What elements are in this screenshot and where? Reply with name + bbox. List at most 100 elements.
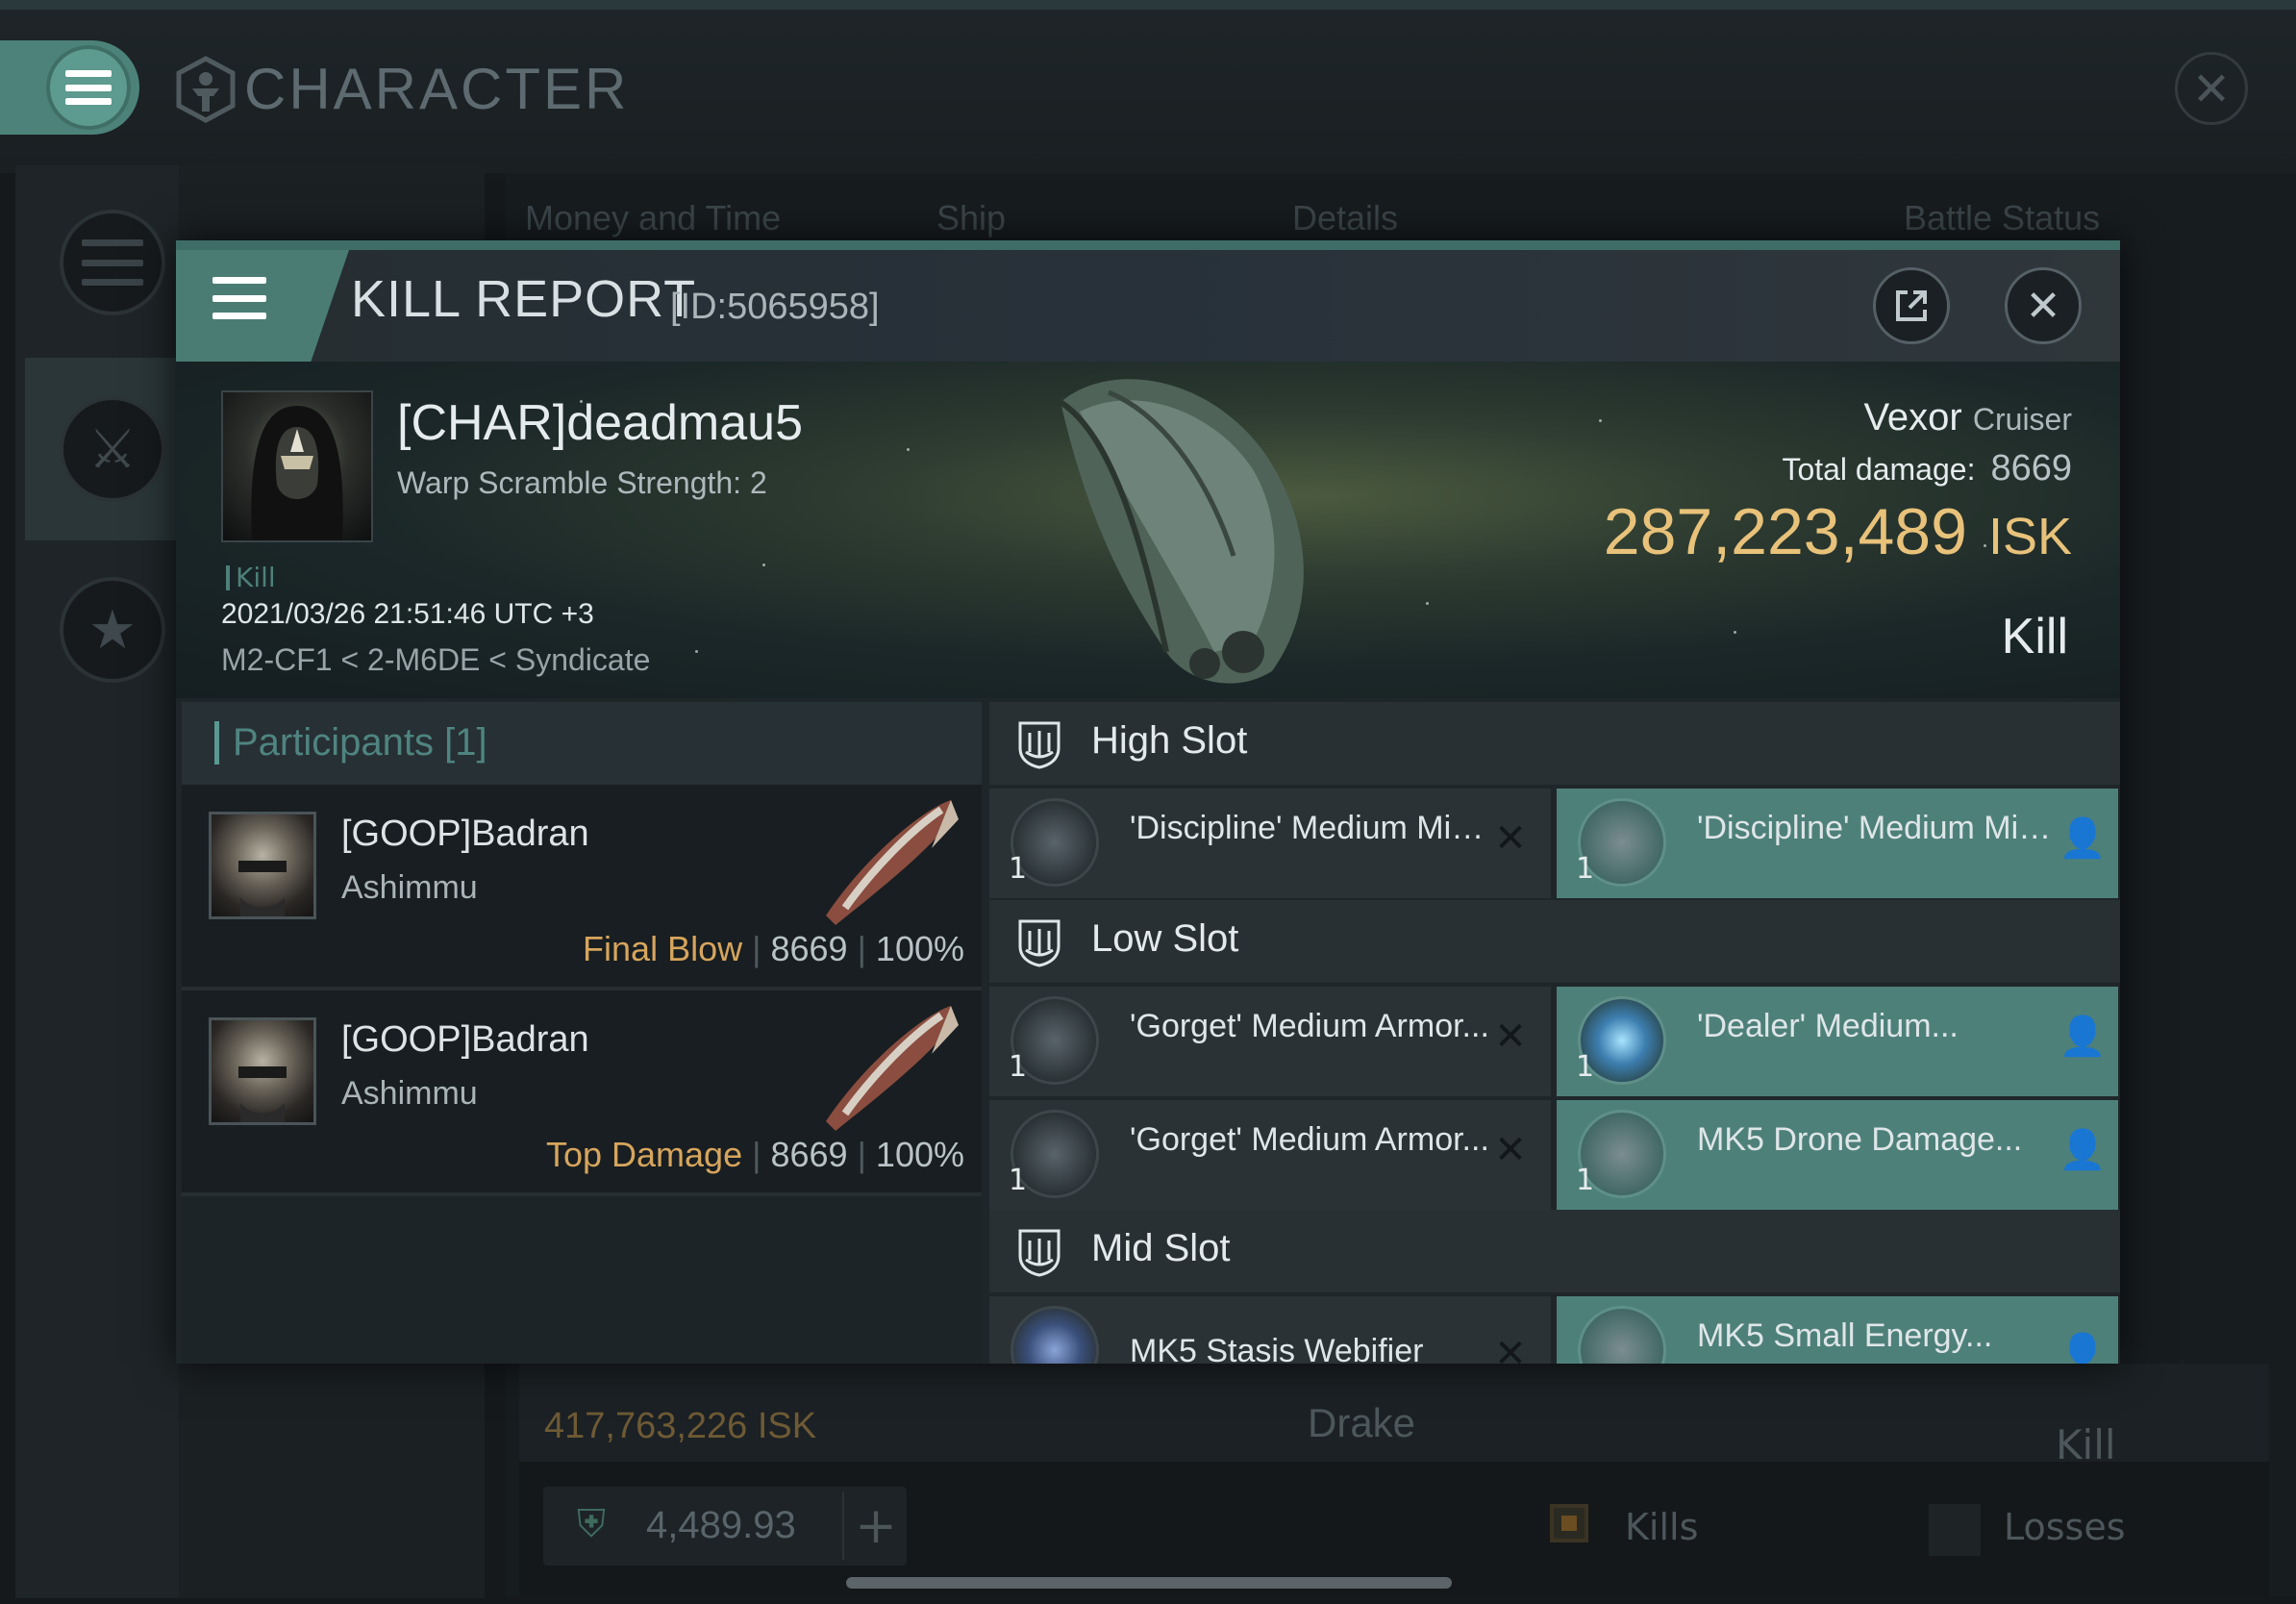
slot-shield-icon bbox=[1018, 1229, 1061, 1277]
result-label: Kill bbox=[2001, 609, 2068, 664]
bg-tab-battle-status[interactable]: Battle Status bbox=[1904, 198, 2100, 238]
app-close-button[interactable]: ✕ bbox=[2175, 52, 2248, 125]
kills-checkbox-mark bbox=[1561, 1516, 1577, 1531]
destroyed-icon: ✕ bbox=[1494, 1015, 1527, 1059]
rail-combat-button[interactable]: ⚔ bbox=[60, 396, 165, 502]
total-damage: Total damage: 8669 bbox=[1782, 448, 2072, 489]
isk-unit: ISK bbox=[1987, 508, 2072, 565]
wallet-add-button[interactable]: + bbox=[842, 1492, 908, 1560]
slot-shield-icon bbox=[1018, 919, 1061, 967]
victim-ship-name: Vexor bbox=[1863, 396, 1962, 439]
bg-row-ship: Drake bbox=[1308, 1400, 1416, 1445]
victim-ship[interactable]: Vexor Cruiser bbox=[1863, 396, 2072, 439]
participant-role: Top Damage bbox=[545, 1135, 743, 1174]
participant-row[interactable]: [GOOP]Badran Ashimmu Final Blow | 8669 | 100… bbox=[182, 785, 982, 990]
destroyed-icon: ✕ bbox=[1494, 1128, 1527, 1172]
module-item[interactable]: MK5 Stasis Webifier ✕ bbox=[989, 1296, 1551, 1364]
participant-name[interactable]: [GOOP]Badran bbox=[341, 1019, 589, 1061]
pilot-avatar bbox=[238, 1066, 287, 1122]
wallet-shield-icon: ⛨ bbox=[577, 1502, 606, 1546]
external-link-icon bbox=[1896, 290, 1927, 321]
isk-amount: 287,223,489 bbox=[1603, 495, 1967, 568]
stat-separator: | bbox=[857, 1135, 866, 1174]
module-name: 'Gorget' Medium Armor... bbox=[1130, 1008, 1489, 1044]
participant-ship-render bbox=[826, 1006, 959, 1131]
energy-neutralizer-icon bbox=[1578, 1306, 1666, 1364]
participant-stats: Final Blow | 8669 | 100% bbox=[583, 929, 964, 969]
participants-title: Participants [1] bbox=[214, 721, 487, 764]
kill-location[interactable]: M2-CF1 < 2-M6DE < Syndicate bbox=[221, 642, 650, 678]
slot-header-mid: Mid Slot bbox=[989, 1210, 2120, 1292]
module-item[interactable]: MK5 Small Energy... 👤 bbox=[1557, 1296, 2118, 1364]
stat-separator: | bbox=[857, 929, 866, 968]
participant-portrait[interactable] bbox=[209, 1017, 316, 1125]
dropped-person-icon: 👤 bbox=[2059, 816, 2107, 861]
slot-title: Mid Slot bbox=[1091, 1227, 1231, 1269]
victim-portrait[interactable] bbox=[221, 390, 373, 542]
module-item[interactable]: 1 'Gorget' Medium Armor... ✕ bbox=[989, 1100, 1551, 1210]
victim-subtitle: Warp Scramble Strength: 2 bbox=[397, 465, 767, 500]
participant-ship: Ashimmu bbox=[341, 869, 478, 906]
modal-hamburger-icon bbox=[212, 277, 266, 319]
module-name: 'Dealer' Medium... bbox=[1697, 1008, 1959, 1044]
dropped-person-icon: 👤 bbox=[2059, 1128, 2107, 1172]
bg-tab-details[interactable]: Details bbox=[1292, 198, 1398, 238]
participant-portrait[interactable] bbox=[209, 812, 316, 919]
participant-name[interactable]: [GOOP]Badran bbox=[341, 814, 589, 855]
rail-favorites-button[interactable]: ★ bbox=[60, 577, 165, 683]
module-name: MK5 Drone Damage... bbox=[1697, 1121, 2023, 1158]
modal-title: KILL REPORT bbox=[351, 270, 697, 328]
destroyed-icon: ✕ bbox=[1494, 1332, 1527, 1364]
modal-close-button[interactable]: ✕ bbox=[2005, 267, 2082, 344]
module-quantity: 1 bbox=[1009, 852, 1028, 886]
module-item[interactable]: 1 MK5 Drone Damage... 👤 bbox=[1557, 1100, 2118, 1210]
losses-checkbox[interactable] bbox=[1929, 1504, 1981, 1556]
module-name: 'Gorget' Medium Armor... bbox=[1130, 1121, 1489, 1158]
victim-name[interactable]: [CHAR]deadmau5 bbox=[397, 394, 803, 452]
slot-header-low: Low Slot bbox=[989, 900, 2120, 983]
destroyed-icon: ✕ bbox=[1494, 816, 1527, 861]
module-item[interactable]: 1 'Gorget' Medium Armor... ✕ bbox=[989, 987, 1551, 1096]
rail-list-button[interactable] bbox=[60, 210, 165, 315]
main-menu-button[interactable] bbox=[46, 45, 131, 130]
participant-role: Final Blow bbox=[583, 929, 743, 968]
kills-label: Kills bbox=[1625, 1506, 1699, 1548]
slot-title: High Slot bbox=[1091, 719, 1248, 762]
kill-report-modal: KILL REPORT [ID:5065958] ✕ [CHAR]deadmau… bbox=[176, 240, 2120, 1364]
isk-value: 287,223,489 ISK bbox=[1604, 494, 2072, 569]
total-damage-label: Total damage: bbox=[1782, 452, 1976, 487]
module-item[interactable]: 1 'Dealer' Medium... 👤 bbox=[1557, 987, 2118, 1096]
star-icon: ★ bbox=[87, 598, 137, 662]
bg-tab-ship[interactable]: Ship bbox=[936, 198, 1006, 238]
kill-id: [ID:5065958] bbox=[670, 287, 880, 327]
losses-label: Losses bbox=[2004, 1506, 2126, 1548]
page-title: CHARACTER bbox=[244, 57, 630, 121]
module-item[interactable]: 1 'Discipline' Medium Missile... 👤 bbox=[1557, 789, 2118, 898]
module-quantity: 1 bbox=[1576, 1050, 1595, 1084]
participant-ship: Ashimmu bbox=[341, 1075, 478, 1112]
kill-type-tag: Kill bbox=[226, 564, 276, 591]
bg-tab-money-time[interactable]: Money and Time bbox=[525, 198, 781, 238]
module-quantity: 1 bbox=[1009, 1050, 1028, 1084]
dropped-person-icon: 👤 bbox=[2059, 1332, 2107, 1364]
hooded-pilot-avatar bbox=[251, 406, 343, 540]
participant-percent: 100% bbox=[875, 1135, 964, 1174]
wallet-amount: 4,489.93 bbox=[646, 1504, 796, 1546]
stat-separator: | bbox=[752, 929, 761, 968]
pilot-avatar bbox=[238, 861, 287, 916]
participant-row[interactable]: [GOOP]Badran Ashimmu Top Damage | 8669 | 100… bbox=[182, 990, 982, 1196]
character-icon bbox=[176, 56, 236, 123]
participant-damage: 8669 bbox=[770, 929, 848, 968]
module-quantity: 1 bbox=[1009, 1164, 1028, 1197]
participant-percent: 100% bbox=[875, 929, 964, 968]
hamburger-icon bbox=[65, 70, 112, 105]
slot-header-high: High Slot bbox=[989, 702, 2120, 785]
fitting-panel: High Slot 1 'Discipline' Medium Missile.… bbox=[989, 702, 2120, 1364]
participant-damage: 8669 bbox=[770, 1135, 848, 1174]
share-button[interactable] bbox=[1873, 267, 1950, 344]
module-item[interactable]: 1 'Discipline' Medium Missile... ✕ bbox=[989, 789, 1551, 898]
module-quantity: 1 bbox=[1576, 852, 1595, 886]
stat-separator: | bbox=[752, 1135, 761, 1174]
participants-header: Participants [1] bbox=[182, 702, 982, 785]
bg-row-isk: 417,763,226 ISK bbox=[544, 1406, 817, 1446]
